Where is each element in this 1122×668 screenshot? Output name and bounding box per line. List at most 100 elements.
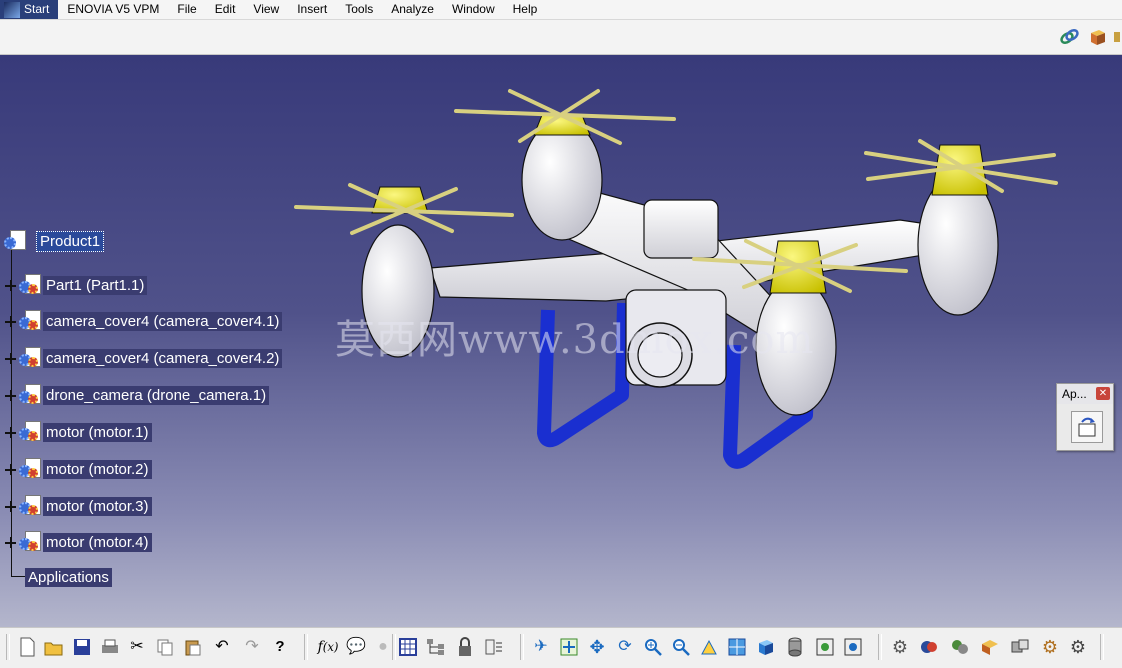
tree-item-applications[interactable]: Applications — [25, 568, 112, 587]
undo-icon[interactable]: ↶ — [212, 637, 232, 657]
tree-item-motor-4[interactable]: motor (motor.4) — [5, 531, 152, 553]
save-icon[interactable] — [72, 637, 92, 657]
cube-icon[interactable] — [1087, 27, 1107, 47]
tree-item-motor-2[interactable]: motor (motor.2) — [5, 458, 152, 480]
product-apps-button[interactable] — [1071, 411, 1103, 443]
paste-icon[interactable] — [183, 637, 203, 657]
menu-view[interactable]: View — [244, 0, 288, 19]
part-icon — [19, 310, 41, 332]
table-icon[interactable] — [398, 637, 418, 657]
tree-item-label[interactable]: motor (motor.1) — [43, 422, 152, 442]
3d-viewport[interactable]: 莫西网www.3dmox.com Product1 Part1 (Part1.1… — [0, 55, 1122, 627]
start-label: Start — [24, 2, 50, 16]
toolbar-separator — [6, 634, 10, 660]
menu-insert[interactable]: Insert — [288, 0, 336, 19]
copy-icon[interactable] — [155, 637, 175, 657]
light-icon[interactable]: ● — [373, 637, 393, 657]
cut-icon[interactable]: ✂ — [127, 637, 147, 657]
expand-icon[interactable] — [5, 315, 16, 327]
switch-app-icon — [1078, 417, 1096, 437]
constraint-icon[interactable] — [980, 637, 1000, 657]
toolbar-separator — [304, 634, 308, 660]
settings-icon[interactable]: ⚙ — [1040, 637, 1060, 657]
menu-edit[interactable]: Edit — [206, 0, 245, 19]
link-icon[interactable] — [1059, 27, 1079, 47]
new-icon[interactable] — [17, 637, 37, 657]
tree-item-motor-1[interactable]: motor (motor.1) — [5, 421, 152, 443]
expand-icon[interactable] — [5, 279, 16, 291]
tree-item-label[interactable]: camera_cover4 (camera_cover4.2) — [43, 348, 283, 368]
zoom-in-icon[interactable] — [643, 637, 663, 657]
mechanism-icon[interactable]: ⚙ — [1068, 637, 1088, 657]
hide-show-icon[interactable] — [815, 637, 835, 657]
tree-item-label[interactable]: Applications — [25, 568, 112, 587]
zoom-out-icon[interactable] — [671, 637, 691, 657]
tree-item-motor-3[interactable]: motor (motor.3) — [5, 495, 152, 517]
redo-icon[interactable]: ↷ — [242, 637, 262, 657]
open-icon[interactable] — [44, 637, 64, 657]
formula-icon[interactable]: f (x) — [318, 637, 339, 657]
applications-palette[interactable]: Ap... ✕ — [1056, 383, 1114, 451]
top-toolbar — [0, 20, 1122, 55]
expand-icon[interactable] — [5, 536, 16, 548]
part-icon — [19, 347, 41, 369]
tree-item-drone-camera[interactable]: drone_camera (drone_camera.1) — [5, 384, 270, 406]
menu-tools[interactable]: Tools — [336, 0, 382, 19]
more-icon[interactable] — [1112, 27, 1122, 47]
tree-item-label[interactable]: camera_cover4 (camera_cover4.1) — [43, 311, 283, 331]
tree-item-label[interactable]: motor (motor.3) — [43, 496, 152, 516]
tree-icon[interactable] — [426, 637, 446, 657]
part-icon — [19, 531, 41, 553]
tree-connector-end — [11, 576, 26, 577]
explode-icon[interactable] — [1010, 637, 1030, 657]
product-icon — [4, 230, 26, 252]
part-icon — [19, 274, 41, 296]
part-icon — [19, 495, 41, 517]
expand-icon[interactable] — [5, 389, 16, 401]
close-icon[interactable]: ✕ — [1096, 387, 1110, 400]
expand-icon[interactable] — [5, 463, 16, 475]
whats-this-icon[interactable]: ? — [270, 637, 290, 657]
assembly-icon[interactable] — [950, 637, 970, 657]
expand-icon[interactable] — [5, 352, 16, 364]
tree-item-camera-cover-2[interactable]: camera_cover4 (camera_cover4.2) — [5, 347, 283, 369]
catalog-icon[interactable] — [484, 637, 504, 657]
tree-item-label[interactable]: drone_camera (drone_camera.1) — [43, 385, 270, 405]
fit-all-icon[interactable] — [559, 637, 579, 657]
product-icon[interactable] — [919, 637, 939, 657]
menu-enovia[interactable]: ENOVIA V5 VPM — [58, 0, 168, 19]
multi-view-icon[interactable] — [727, 637, 747, 657]
toolbar-separator — [878, 634, 882, 660]
catia-logo-icon — [4, 1, 20, 18]
menu-window[interactable]: Window — [443, 0, 504, 19]
toolbar-separator — [520, 634, 524, 660]
iso-view-icon[interactable] — [755, 637, 775, 657]
pan-icon[interactable]: ✥ — [587, 637, 607, 657]
expand-icon[interactable] — [5, 500, 16, 512]
tree-root[interactable]: Product1 — [4, 230, 105, 252]
tree-item-label[interactable]: motor (motor.4) — [43, 532, 152, 552]
rotate-icon[interactable]: ⟳ — [615, 637, 635, 657]
toolbar-separator — [392, 634, 396, 660]
start-menu[interactable]: Start — [0, 0, 59, 19]
fly-icon[interactable]: ✈ — [531, 637, 551, 657]
gear-icon[interactable]: ⚙ — [890, 637, 910, 657]
menu-file[interactable]: File — [168, 0, 205, 19]
tree-root-label[interactable]: Product1 — [36, 230, 105, 252]
tree-item-part1[interactable]: Part1 (Part1.1) — [5, 274, 148, 296]
bottom-toolbar: ✂ ↶ ↷ ? f (x) 💬 ● ✈ ✥ ⟳ ⚙ ⚙ ⚙ — [0, 627, 1122, 668]
lock-icon[interactable] — [455, 637, 475, 657]
tree-item-label[interactable]: Part1 (Part1.1) — [43, 275, 148, 295]
menu-analyze[interactable]: Analyze — [382, 0, 443, 19]
tree-item-label[interactable]: motor (motor.2) — [43, 459, 152, 479]
comment-icon[interactable]: 💬 — [346, 637, 366, 657]
menu-help[interactable]: Help — [504, 0, 547, 19]
normal-view-icon[interactable] — [699, 637, 719, 657]
menu-bar: Start ENOVIA V5 VPM File Edit View Inser… — [0, 0, 1122, 20]
print-icon[interactable] — [100, 637, 120, 657]
shading-icon[interactable] — [785, 637, 805, 657]
tree-item-camera-cover-1[interactable]: camera_cover4 (camera_cover4.1) — [5, 310, 283, 332]
tree-connector — [11, 250, 12, 577]
swap-icon[interactable] — [843, 637, 863, 657]
expand-icon[interactable] — [5, 426, 16, 438]
